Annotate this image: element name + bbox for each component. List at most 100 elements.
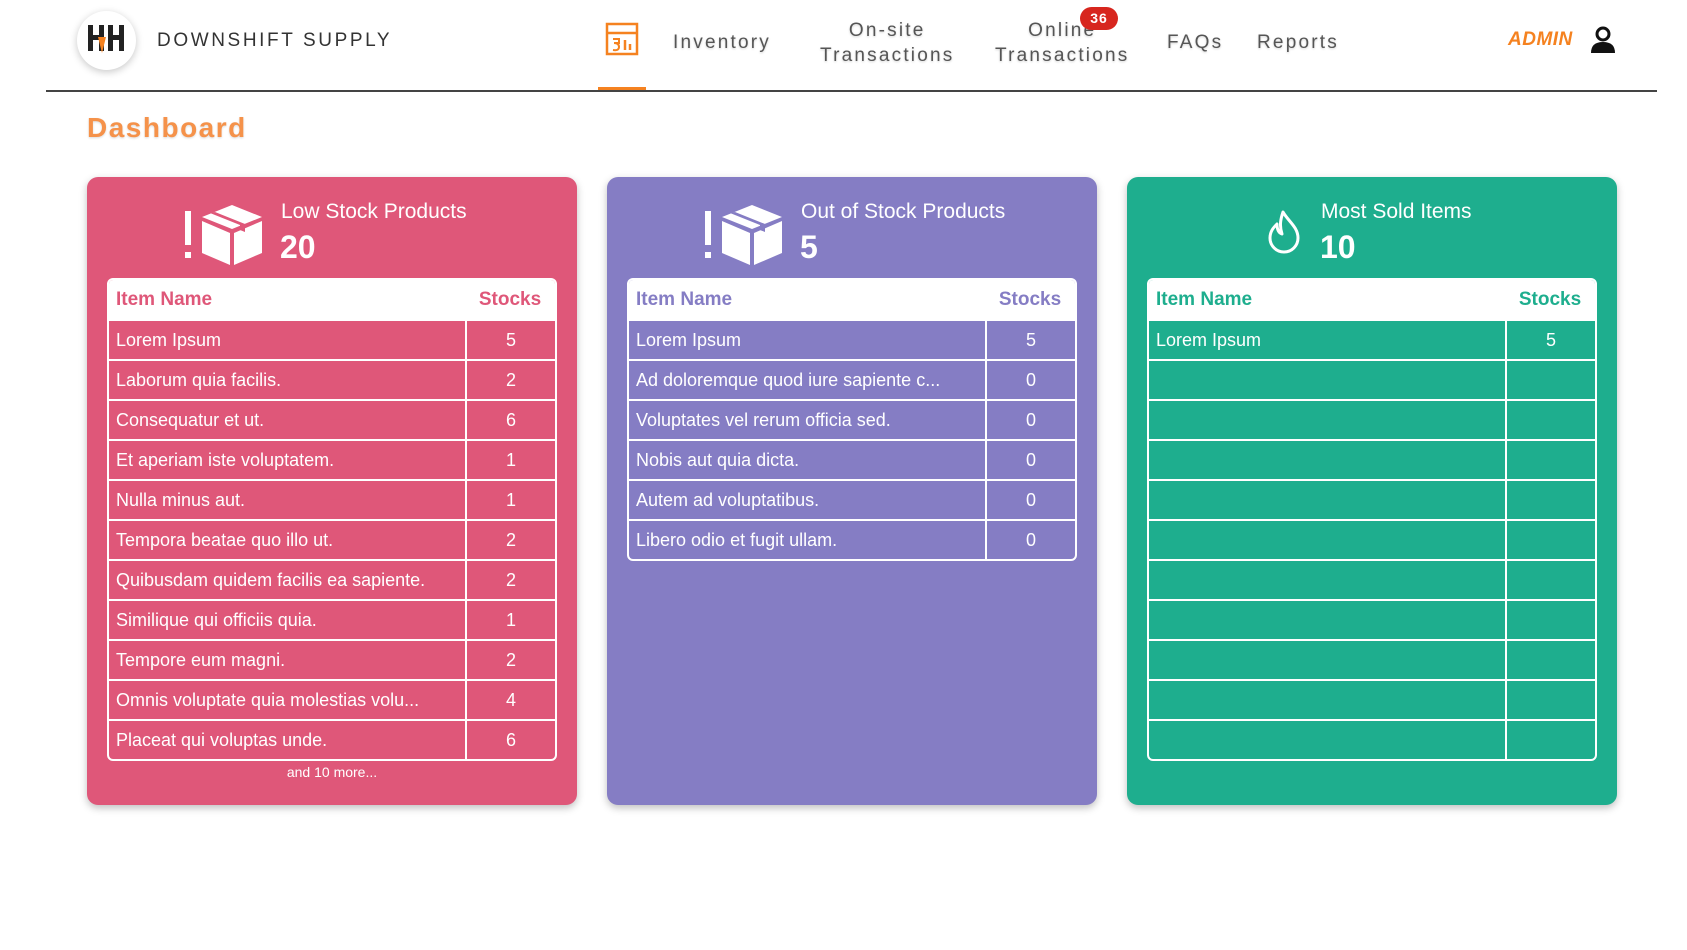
- table-row[interactable]: Voluptates vel rerum officia sed. 0: [629, 399, 1075, 439]
- stocks-cell: [1505, 561, 1595, 599]
- box-alert-icon: [185, 205, 262, 265]
- stocks-cell: 1: [465, 481, 555, 519]
- nav-onsite-transactions[interactable]: On-site Transactions: [820, 18, 954, 68]
- more-items-link[interactable]: and 10 more...: [87, 764, 577, 780]
- item-name-cell: Placeat qui voluptas unde.: [116, 730, 328, 750]
- table-row[interactable]: Placeat qui voluptas unde. 6: [109, 719, 555, 759]
- nav-dashboard[interactable]: [598, 0, 646, 92]
- box-alert-icon: [705, 205, 782, 265]
- stocks-cell: [1505, 361, 1595, 399]
- item-name-cell: [1149, 441, 1505, 479]
- low-stock-card: Low Stock Products 20 Item Name Stocks L…: [87, 177, 577, 805]
- item-name-cell: Autem ad voluptatibus.: [636, 490, 820, 510]
- table-row[interactable]: Similique qui officiis quia. 1: [109, 599, 555, 639]
- stocks-cell: 0: [985, 521, 1075, 559]
- table-row[interactable]: [1149, 639, 1595, 679]
- out-of-stock-count: 5: [800, 229, 818, 265]
- user-icon[interactable]: [1589, 26, 1617, 54]
- nav-inventory[interactable]: Inventory: [673, 30, 771, 55]
- stocks-cell: 2: [465, 561, 555, 599]
- item-name-cell: Nulla minus aut.: [116, 490, 246, 510]
- stocks-cell: [1505, 601, 1595, 639]
- online-transactions-badge: 36: [1080, 7, 1118, 30]
- table-row[interactable]: Lorem Ipsum 5: [109, 319, 555, 359]
- stocks-cell: 5: [985, 321, 1075, 359]
- table-row[interactable]: [1149, 559, 1595, 599]
- out-of-stock-title: Out of Stock Products: [801, 200, 1006, 223]
- table-row[interactable]: Ad doloremque quod iure sapiente c... 0: [629, 359, 1075, 399]
- item-name-cell: [1149, 641, 1505, 679]
- low-stock-count: 20: [280, 229, 316, 265]
- table-row[interactable]: Tempore eum magni. 2: [109, 639, 555, 679]
- table-row[interactable]: [1149, 719, 1595, 759]
- brand-logo[interactable]: [77, 11, 136, 70]
- item-name-cell: Lorem Ipsum: [116, 330, 222, 350]
- table-row[interactable]: Omnis voluptate quia molestias volu... 4: [109, 679, 555, 719]
- nav-faqs[interactable]: FAQs: [1167, 30, 1223, 55]
- table-row[interactable]: Lorem Ipsum 5: [629, 319, 1075, 359]
- stocks-cell: 1: [465, 441, 555, 479]
- most-sold-rows: Lorem Ipsum 5: [1149, 319, 1595, 759]
- table-row[interactable]: Laborum quia facilis. 2: [109, 359, 555, 399]
- item-name-cell: Consequatur et ut.: [116, 410, 265, 430]
- table-row[interactable]: [1149, 439, 1595, 479]
- stocks-cell: 6: [465, 721, 555, 759]
- most-sold-title: Most Sold Items: [1321, 200, 1472, 223]
- table-row[interactable]: [1149, 519, 1595, 559]
- most-sold-card: Most Sold Items 10 Item Name Stocks Lore…: [1127, 177, 1617, 805]
- table-row[interactable]: [1149, 399, 1595, 439]
- flame-icon: [1268, 210, 1300, 254]
- item-name-cell: Similique qui officiis quia.: [116, 610, 317, 630]
- most-sold-count: 10: [1320, 229, 1356, 265]
- nav-onsite-line1: On-site: [848, 20, 926, 41]
- stocks-cell: 2: [465, 361, 555, 399]
- stocks-cell: 2: [465, 641, 555, 679]
- table-row[interactable]: [1149, 679, 1595, 719]
- out-of-stock-card: Out of Stock Products 5 Item Name Stocks…: [607, 177, 1097, 805]
- table-row[interactable]: Nulla minus aut. 1: [109, 479, 555, 519]
- stocks-cell: 1: [465, 601, 555, 639]
- most-sold-table: Item Name Stocks Lorem Ipsum 5: [1147, 278, 1597, 761]
- brand-name[interactable]: DOWNSHIFT SUPPLY: [157, 30, 392, 52]
- item-name-cell: Omnis voluptate quia molestias volu...: [116, 690, 420, 710]
- item-name-cell: [1149, 481, 1505, 519]
- item-name-cell: Voluptates vel rerum officia sed.: [636, 410, 891, 430]
- table-row[interactable]: [1149, 359, 1595, 399]
- user-name[interactable]: ADMIN: [1508, 29, 1573, 51]
- nav-reports[interactable]: Reports: [1257, 30, 1339, 55]
- logo-icon: [88, 25, 124, 53]
- table-header: Item Name Stocks: [629, 280, 1075, 319]
- low-stock-rows: Lorem Ipsum 5 Laborum quia facilis. 2 Conseq…: [109, 319, 555, 759]
- stocks-cell: [1505, 681, 1595, 719]
- table-row[interactable]: Lorem Ipsum 5: [1149, 319, 1595, 359]
- out-of-stock-rows: Lorem Ipsum 5 Ad doloremque quod iure sapi…: [629, 319, 1075, 559]
- table-row[interactable]: Libero odio et fugit ullam. 0: [629, 519, 1075, 559]
- table-header: Item Name Stocks: [1149, 280, 1595, 319]
- table-row[interactable]: [1149, 599, 1595, 639]
- item-name-cell: Quibusdam quidem facilis ea sapiente.: [116, 570, 426, 590]
- table-row[interactable]: Et aperiam iste voluptatem. 1: [109, 439, 555, 479]
- table-row[interactable]: Quibusdam quidem facilis ea sapiente. 2: [109, 559, 555, 599]
- column-header-item-name: Item Name: [636, 288, 733, 310]
- stocks-cell: 4: [465, 681, 555, 719]
- item-name-cell: [1149, 561, 1505, 599]
- table-row[interactable]: [1149, 479, 1595, 519]
- table-row[interactable]: Autem ad voluptatibus. 0: [629, 479, 1075, 519]
- table-row[interactable]: Nobis aut quia dicta. 0: [629, 439, 1075, 479]
- table-row[interactable]: Tempora beatae quo illo ut. 2: [109, 519, 555, 559]
- item-name-cell: [1149, 521, 1505, 559]
- item-name-cell: Ad doloremque quod iure sapiente c...: [636, 370, 941, 390]
- stocks-cell: 0: [985, 401, 1075, 439]
- stocks-cell: 6: [465, 401, 555, 439]
- item-name-cell: [1149, 601, 1505, 639]
- stocks-cell: 2: [465, 521, 555, 559]
- page-title: Dashboard: [87, 112, 247, 143]
- column-header-item-name: Item Name: [116, 288, 213, 310]
- column-header-stocks: Stocks: [1518, 288, 1582, 310]
- item-name-cell: Nobis aut quia dicta.: [636, 450, 800, 470]
- table-row[interactable]: Consequatur et ut. 6: [109, 399, 555, 439]
- stocks-cell: [1505, 641, 1595, 679]
- item-name-cell: [1149, 721, 1505, 759]
- stocks-cell: [1505, 481, 1595, 519]
- stocks-cell: [1505, 521, 1595, 559]
